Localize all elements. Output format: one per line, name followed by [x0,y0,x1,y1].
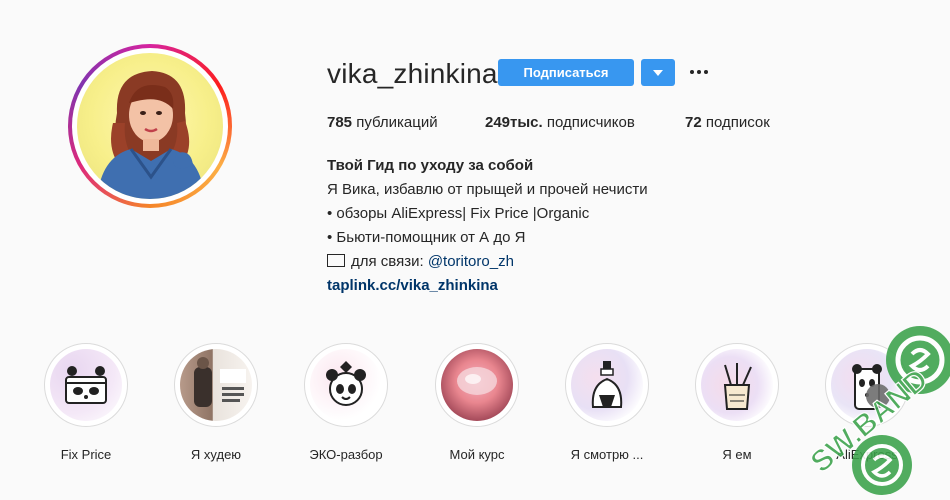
highlight-image [441,349,513,421]
highlight-label: Fix Price [60,447,112,462]
bio-line: • Бьюти-помощник от А до Я [327,229,526,246]
followers-count: 249тыс. [485,114,543,131]
more-options-icon[interactable] [690,62,710,82]
highlight-image [701,349,773,421]
followers-label: подписчиков [546,114,635,131]
highlight-image [180,349,252,421]
highlight-label: Я худею [190,447,242,462]
bio-contact: для связи: @toritoro_zh [327,250,648,274]
dot [697,70,701,74]
bio-line: • обзоры AliExpress| Fix Price |Organic [327,205,590,222]
followers-stat[interactable]: 249тыс. подписчиков [485,114,635,131]
following-count: 72 [685,114,702,131]
highlight-cover [304,343,388,427]
profile-avatar[interactable] [68,44,232,208]
avatar-photo [77,53,223,199]
panda-face-icon [326,361,366,406]
follow-button[interactable]: Подписаться [498,59,634,86]
perfume-bottle-icon [591,361,623,408]
username: vika_zhinkina [327,58,498,89]
cream-jar-icon [457,367,497,395]
highlight-item[interactable]: Я худею [174,343,258,462]
highlight-item[interactable]: Я ем [695,343,779,462]
website-link[interactable]: taplink.cc/vika_zhinkina [327,274,648,298]
highlight-item[interactable]: Мой курс [435,343,519,462]
contact-label: для связи: [351,253,428,270]
avatar-border [72,48,228,204]
posts-stat: 785 публикаций [327,114,438,131]
highlight-image [571,349,643,421]
highlight-cover [174,343,258,427]
posts-count: 785 [327,114,353,131]
highlight-cover [565,343,649,427]
highlight-label: ЭКО-разбор [309,447,383,462]
bio-line: Я Вика, избавлю от прыщей и прочей нечис… [327,181,648,198]
highlight-item[interactable]: Fix Price [44,343,128,462]
highlight-image [310,349,382,421]
highlight-cover [435,343,519,427]
highlight-cover [44,343,128,427]
mail-icon [327,254,345,267]
highlight-item[interactable]: ЭКО-разбор [304,343,388,462]
panda-box-icon [65,366,107,404]
chevron-down-icon[interactable] [641,59,675,86]
highlight-item[interactable]: Я смотрю ... [565,343,649,462]
mirror-selfie-icon [194,357,246,407]
profile-bio: Твой Гид по уходу за собой Я Вика, избав… [327,154,648,298]
bio-name: Твой Гид по уходу за собой [327,157,534,174]
dot [690,70,694,74]
watermark-logo: SW.BAND [804,326,950,495]
contact-handle-link[interactable]: @toritoro_zh [428,253,514,270]
posts-label: публикаций [356,114,438,131]
pencil-cup-icon [723,363,752,410]
highlight-image [50,349,122,421]
dot [704,70,708,74]
following-stat[interactable]: 72 подписок [685,114,770,131]
highlight-cover [695,343,779,427]
highlight-label: Мой курс [449,447,505,462]
following-label: подписок [705,114,770,131]
avatar-illustration [97,71,205,199]
highlight-label: Я смотрю ... [570,447,644,462]
